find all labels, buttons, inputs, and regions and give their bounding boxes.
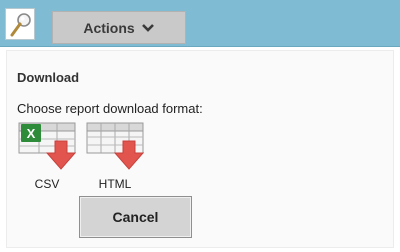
svg-text:X: X: [27, 126, 36, 141]
csv-label: CSV: [34, 177, 60, 191]
html-label: HTML: [98, 177, 132, 191]
dialog-heading: Download: [17, 70, 80, 85]
chevron-down-icon: [141, 23, 154, 32]
actions-label: Actions: [83, 19, 135, 36]
actions-dropdown-button[interactable]: Actions: [52, 11, 186, 44]
download-csv-option[interactable]: X CSV: [15, 121, 79, 191]
magnifier-icon: [10, 13, 31, 37]
download-dialog: Download Choose report download format: …: [6, 50, 394, 248]
table-download-icon: [86, 122, 145, 170]
top-toolbar: Actions: [0, 0, 400, 47]
search-button[interactable]: [5, 8, 35, 40]
dialog-prompt: Choose report download format:: [17, 101, 203, 116]
cancel-button[interactable]: Cancel: [79, 196, 192, 238]
excel-download-icon: X: [18, 122, 77, 170]
download-html-option[interactable]: HTML: [83, 121, 147, 191]
